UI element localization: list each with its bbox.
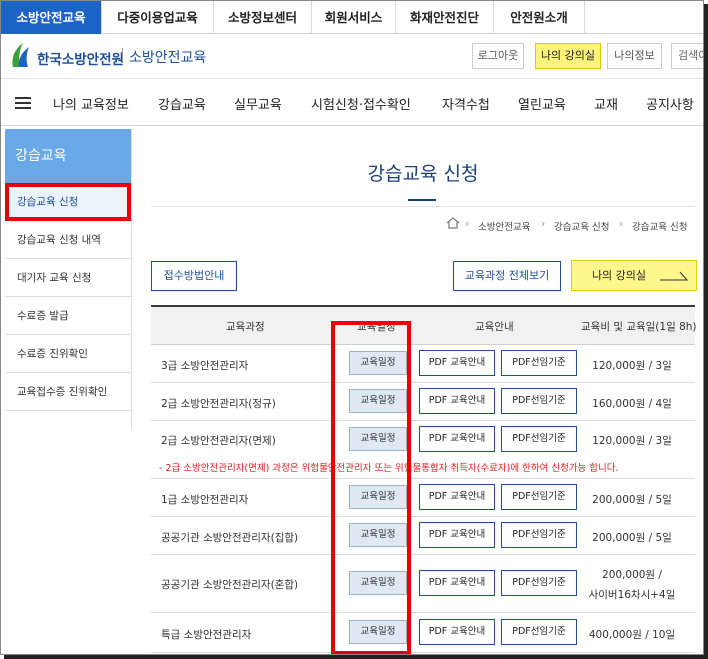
topnav-multi-use-education[interactable]: 다중이용업교육	[102, 1, 214, 34]
menu-textbook[interactable]: 교재	[594, 94, 618, 113]
course-name: 공공기관 소방안전관리자(집합)	[161, 532, 299, 544]
menu-qualification-book[interactable]: 자격수첩	[442, 94, 490, 113]
pdf-guide-button[interactable]: PDF 교육안내	[419, 426, 495, 452]
logo-text[interactable]: 한국소방안전원	[37, 48, 124, 68]
breadcrumb-current: 강습교육 신청	[632, 222, 688, 233]
pdf-criteria-button[interactable]: PDF선임기준	[501, 570, 577, 596]
course-fee: 200,000원 / 5일	[592, 532, 672, 544]
all-courses-button[interactable]: 교육과정 전체보기	[453, 261, 561, 291]
topnav-fire-safety-diagnosis[interactable]: 화재안전진단	[396, 1, 494, 34]
sidebar-title: 강습교육	[5, 129, 131, 183]
course-name: 1급 소방안전관리자	[161, 494, 249, 506]
frame-shadow	[4, 655, 708, 659]
main-menu: 나의 교육정보 강습교육 실무교육 시험신청·접수확인 자격수첩 열린교육 교재…	[1, 80, 703, 126]
sidebar-item-apply-history[interactable]: 강습교육 신청 내역	[5, 221, 131, 259]
breadcrumb-chevron-icon: ›	[619, 217, 624, 230]
browser-frame: 소방안전교육 다중이용업교육 소방정보센터 회원서비스 화재안전진단 안전원소개…	[0, 0, 704, 655]
top-nav: 소방안전교육 다중이용업교육 소방정보센터 회원서비스 화재안전진단 안전원소개	[1, 1, 703, 34]
search-input[interactable]: 검색어	[671, 43, 703, 69]
breadcrumb-chevron-icon: ›	[465, 217, 470, 230]
pdf-guide-button[interactable]: PDF 교육안내	[419, 619, 495, 645]
pdf-guide-button[interactable]: PDF 교육안내	[419, 522, 495, 548]
col-header-fee: 교육비 및 교육일(1일 8h)	[581, 321, 697, 333]
logout-button[interactable]: 로그아웃	[472, 43, 524, 69]
sidebar: 강습교육 강습교육 신청 강습교육 신청 내역 대기자 교육 신청 수료증 발급…	[5, 129, 131, 411]
pdf-criteria-button[interactable]: PDF선임기준	[501, 350, 577, 376]
course-name: 3급 소방안전관리자	[161, 360, 249, 372]
pdf-criteria-button[interactable]: PDF선임기준	[501, 522, 577, 548]
course-name: 2급 소방안전관리자(면제)	[161, 435, 276, 447]
breadcrumb-divider	[151, 206, 695, 207]
pdf-criteria-button[interactable]: PDF선임기준	[501, 484, 577, 510]
table-row: 공공기관 소방안전관리자(집합) 교육일정 PDF 교육안내 PDF선임기준 2…	[151, 517, 695, 555]
table-header: 교육과정 교육일정 교육안내 교육비 및 교육일(1일 8h)	[151, 307, 697, 345]
sidebar-item-waitlist-apply[interactable]: 대기자 교육 신청	[5, 259, 131, 297]
frame-shadow	[704, 4, 708, 659]
home-icon[interactable]	[446, 217, 460, 229]
pdf-criteria-button[interactable]: PDF선임기준	[501, 619, 577, 645]
header: 한국소방안전원 소방안전교육 로그아웃 나의 강의실 나의정보 검색어	[1, 35, 703, 79]
sidebar-item-training-apply[interactable]: 강습교육 신청	[5, 183, 131, 221]
sidebar-item-certificate-issue[interactable]: 수료증 발급	[5, 297, 131, 335]
breadcrumb-chevron-icon: ›	[541, 217, 546, 230]
application-guide-button[interactable]: 접수방법안내	[151, 261, 237, 291]
menu-training-course[interactable]: 강습교육	[158, 94, 206, 113]
topnav-member-service[interactable]: 회원서비스	[312, 1, 396, 34]
course-name: 특급 소방안전관리자	[161, 629, 252, 641]
pdf-guide-button[interactable]: PDF 교육안내	[419, 484, 495, 510]
course-name: 공공기관 소방안전관리자(혼합)	[161, 579, 299, 591]
page-title: 강습교육 신청	[367, 163, 479, 185]
schedule-column-highlight	[331, 321, 411, 654]
topnav-about[interactable]: 안전원소개	[494, 1, 585, 34]
my-info-button[interactable]: 나의정보	[607, 43, 662, 69]
course-name: 2급 소방안전관리자(정규)	[161, 398, 276, 410]
hamburger-menu-icon[interactable]	[15, 97, 31, 109]
menu-exam-application[interactable]: 시험신청·접수확인	[311, 94, 411, 113]
arrow-right-icon	[660, 271, 688, 281]
title-underline	[408, 199, 436, 201]
topnav-fire-info-center[interactable]: 소방정보센터	[214, 1, 312, 34]
course-fee: 200,000원 / 5일	[592, 494, 672, 506]
table-row: 특급 소방안전관리자 교육일정 PDF 교육안내 PDF선임기준 400,000…	[151, 613, 695, 653]
course-fee: 120,000원 / 3일	[592, 435, 672, 447]
table-row: 2급 소방안전관리자(정규) 교육일정 PDF 교육안내 PDF선임기준 160…	[151, 383, 695, 421]
col-header-course: 교육과정	[226, 321, 265, 333]
menu-my-education-info[interactable]: 나의 교육정보	[53, 94, 129, 113]
pdf-guide-button[interactable]: PDF 교육안내	[419, 388, 495, 414]
menu-notice[interactable]: 공지사항	[646, 94, 694, 113]
logo-icon	[12, 43, 29, 67]
topnav-fire-safety-education[interactable]: 소방안전교육	[1, 1, 102, 34]
pdf-criteria-button[interactable]: PDF선임기준	[501, 388, 577, 414]
sidebar-item-certificate-verify[interactable]: 수료증 진위확인	[5, 335, 131, 373]
sidebar-item-receipt-verify[interactable]: 교육접수증 진위확인	[5, 373, 131, 411]
breadcrumb-item[interactable]: 강습교육 신청	[554, 219, 609, 233]
pdf-guide-button[interactable]: PDF 교육안내	[419, 350, 495, 376]
sidebar-divider	[131, 129, 132, 429]
course-fee: 160,000원 / 4일	[592, 398, 672, 410]
pdf-guide-button[interactable]: PDF 교육안내	[419, 570, 495, 596]
breadcrumb-item[interactable]: 소방안전교육	[478, 219, 530, 233]
menu-practical-course[interactable]: 실무교육	[234, 94, 282, 113]
menu-open-education[interactable]: 열린교육	[518, 94, 566, 113]
pdf-criteria-button[interactable]: PDF선임기준	[501, 426, 577, 452]
course-fee: 120,000원 / 3일	[592, 360, 672, 372]
course-fee-detail: 사이버16차시+4일	[588, 589, 676, 601]
col-header-guide: 교육안내	[475, 321, 514, 333]
my-classroom-button[interactable]: 나의 강의실	[571, 260, 697, 291]
exemption-notice: - 2급 소방안전관리자(면제) 과정은 위험물안전관리자 또는 위험물통합자 …	[159, 463, 619, 474]
table-row: 공공기관 소방안전관리자(혼합) 교육일정 PDF 교육안내 PDF선임기준 2…	[151, 555, 695, 613]
logo-subtitle[interactable]: 소방안전교육	[129, 47, 206, 67]
my-classroom-label: 나의 강의실	[591, 269, 647, 282]
my-classroom-header-button[interactable]: 나의 강의실	[535, 43, 601, 69]
table-row: 1급 소방안전관리자 교육일정 PDF 교육안내 PDF선임기준 200,000…	[151, 479, 695, 517]
course-fee: 200,000원 /	[602, 569, 662, 581]
logo-divider	[122, 48, 123, 63]
course-fee: 400,000원 / 10일	[588, 629, 676, 641]
table-row: 3급 소방안전관리자 교육일정 PDF 교육안내 PDF선임기준 120,000…	[151, 345, 695, 383]
